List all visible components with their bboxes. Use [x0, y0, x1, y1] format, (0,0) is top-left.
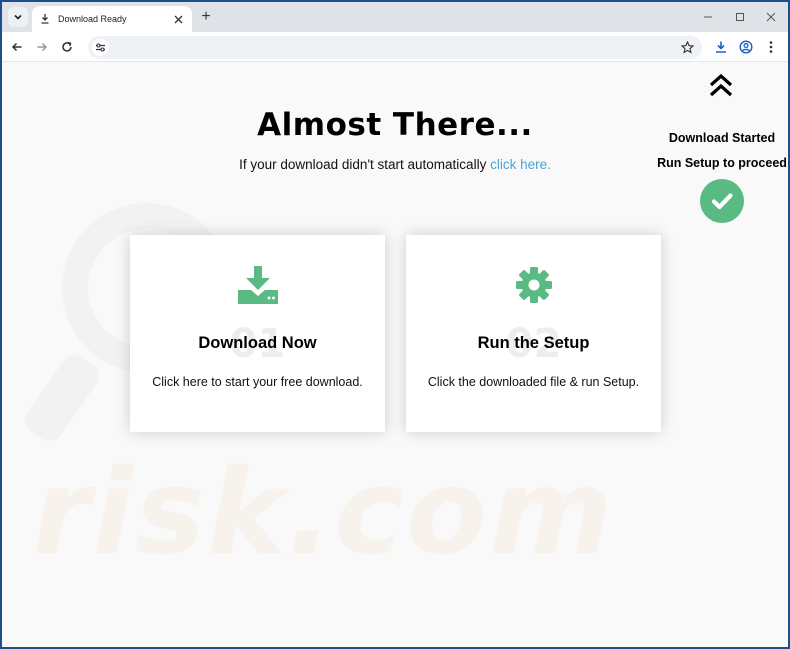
double-chevron-up-icon [706, 71, 736, 101]
forward-arrow-icon [37, 42, 48, 52]
page-content: risk.com Almost There... If your downloa… [2, 63, 788, 647]
close-icon [174, 15, 182, 23]
tab-strip: Download Ready + [2, 2, 788, 32]
chevron-down-icon [14, 14, 22, 20]
bookmark-button[interactable] [679, 39, 696, 56]
step-card-setup[interactable]: 02 Run the Setup Click the downloaded fi… [406, 235, 661, 432]
site-info-button[interactable] [92, 39, 109, 56]
step-description: Click here to start your free download. [152, 375, 363, 389]
step-description: Click the downloaded file & run Setup. [427, 375, 640, 389]
address-bar[interactable] [88, 36, 702, 59]
kebab-menu-icon [769, 41, 773, 53]
check-circle-icon [700, 179, 744, 223]
click-here-link[interactable]: click here. [490, 157, 551, 172]
subline-text: If your download didn't start automatica… [239, 157, 487, 172]
tab-close-button[interactable] [170, 11, 186, 27]
download-icon [40, 13, 50, 25]
reload-icon [62, 41, 72, 52]
run-setup-text: Run Setup to proceed [657, 156, 787, 170]
download-tray-icon [130, 265, 385, 305]
watermark-text: risk.com [32, 443, 615, 581]
watermark-magnifier-handle [19, 349, 105, 447]
maximize-icon [736, 13, 744, 21]
step-card-download[interactable]: 01 Download Now Click here to start your… [130, 235, 385, 432]
menu-button[interactable] [762, 38, 780, 56]
download-started-text: Download Started [668, 131, 776, 145]
browser-toolbar [2, 32, 788, 62]
profile-icon [739, 40, 753, 54]
plus-icon: + [201, 8, 211, 25]
close-icon [766, 12, 776, 22]
minimize-button[interactable] [700, 9, 716, 25]
tune-icon [96, 43, 105, 52]
downloads-button[interactable] [712, 38, 730, 56]
window-close-button[interactable] [763, 9, 779, 25]
forward-button[interactable] [33, 38, 51, 56]
gear-icon [406, 265, 661, 305]
minimize-icon [704, 16, 712, 18]
step-title: Download Now [198, 334, 317, 352]
maximize-button[interactable] [732, 9, 748, 25]
browser-tab[interactable]: Download Ready [32, 6, 192, 32]
browser-window: Download Ready + risk.com Almost There..… [2, 2, 788, 647]
step-title: Run the Setup [477, 334, 590, 352]
tab-search-button[interactable] [8, 7, 28, 27]
tab-title: Download Ready [58, 14, 127, 24]
back-arrow-icon [11, 42, 22, 52]
new-tab-button[interactable]: + [198, 9, 214, 25]
profile-button[interactable] [737, 38, 755, 56]
download-icon [716, 41, 726, 53]
reload-button[interactable] [58, 38, 76, 56]
star-icon [681, 41, 694, 54]
back-button[interactable] [8, 38, 26, 56]
